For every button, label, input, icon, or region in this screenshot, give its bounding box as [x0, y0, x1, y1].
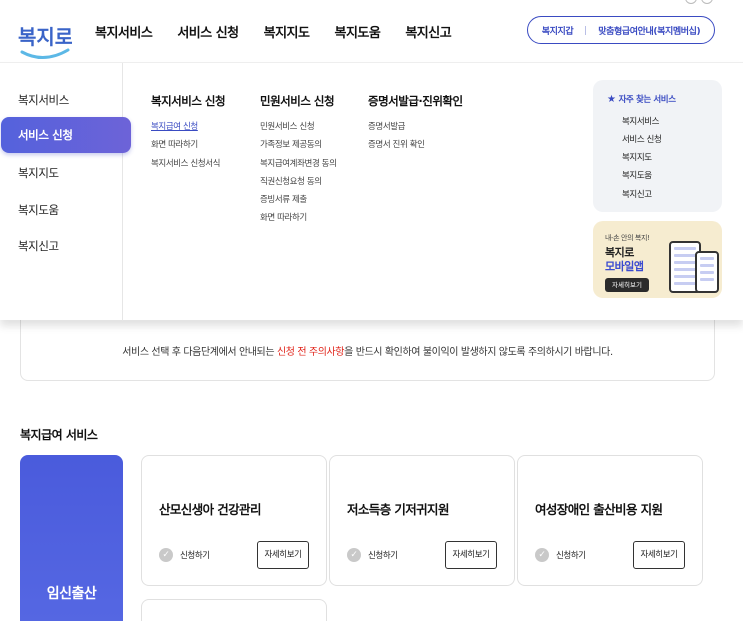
banner-more-button[interactable]: 자세히보기: [605, 278, 649, 292]
menu-column-welfare-apply: 복지서비스 신청 복지급여 신청 화면 따라하기 복지서비스 신청서식: [151, 93, 226, 175]
service-card[interactable]: 산모신생아 건강관리 ✓ 신청하기 자세히보기: [141, 455, 327, 586]
logo[interactable]: 복지로: [18, 14, 72, 60]
check-circle-icon: ✓: [535, 548, 549, 562]
column-heading: 복지서비스 신청: [151, 94, 226, 108]
category-label: 임신출산: [46, 586, 97, 602]
global-nav: 복지서비스 서비스 신청 복지지도 복지도움 복지신고: [95, 22, 476, 41]
wallet-membership-pill: 복지지갑 맞춤형급여안내(복지멤버십): [527, 16, 715, 44]
favorite-item[interactable]: 복지서비스: [622, 115, 660, 127]
menu-column-civil-apply: 민원서비스 신청 민원서비스 신청 가족정보 제공동의 복지급여계좌변경 동의 …: [260, 93, 337, 230]
menu-link[interactable]: 민원서비스 신청: [260, 120, 337, 138]
left-nav-welfare-report[interactable]: 복지신고: [18, 238, 59, 254]
apply-label: 신청하기: [368, 551, 398, 561]
gnb-item-welfare-service[interactable]: 복지서비스: [95, 22, 153, 41]
favorite-item[interactable]: 서비스 신청: [622, 133, 662, 145]
top-utility-icons: [685, 0, 713, 4]
favorite-services-panel: ★ 자주 찾는 서비스 복지서비스 서비스 신청 복지지도 복지도움 복지신고: [593, 80, 722, 212]
menu-link[interactable]: 증빙서류 제출: [260, 193, 337, 211]
apply-label: 신청하기: [556, 551, 586, 561]
check-circle-icon: ✓: [159, 548, 173, 562]
gnb-item-service-apply[interactable]: 서비스 신청: [177, 22, 239, 41]
apply-link[interactable]: ✓ 신청하기: [159, 548, 210, 562]
service-card-title: 저소득층 기저귀지원: [347, 502, 449, 517]
detail-button[interactable]: 자세히보기: [445, 541, 497, 569]
service-card-partial[interactable]: [141, 599, 327, 621]
menu-link[interactable]: 직권신청요청 동의: [260, 175, 337, 193]
menu-link[interactable]: 복지급여계좌변경 동의: [260, 157, 337, 175]
section-title: 복지급여 서비스: [20, 428, 98, 442]
service-card[interactable]: 여성장애인 출산비용 지원 ✓ 신청하기 자세히보기: [517, 455, 703, 586]
menu-link-welfare-benefit-apply[interactable]: 복지급여 신청: [151, 120, 225, 138]
favorites-title: ★ 자주 찾는 서비스: [607, 93, 676, 105]
detail-button[interactable]: 자세히보기: [257, 541, 309, 569]
notice-text-before: 서비스 선택 후 다음단계에서 안내되는: [122, 347, 277, 358]
banner-subtitle: 모바일앱: [605, 260, 644, 273]
apply-link[interactable]: ✓ 신청하기: [347, 548, 398, 562]
banner-tagline: 내-손 안의 복지!: [605, 234, 650, 242]
apply-link[interactable]: ✓ 신청하기: [535, 548, 586, 562]
service-card-title: 산모신생아 건강관리: [159, 502, 261, 517]
site-header: 복지로 복지서비스 서비스 신청 복지지도 복지도움 복지신고 복지지갑 맞춤형…: [0, 0, 743, 62]
menu-link[interactable]: 화면 따라하기: [151, 138, 225, 156]
check-circle-icon: ✓: [347, 548, 361, 562]
menu-column-certificate: 증명서발급·진위확인 증명서발급 증명서 진위 확인: [368, 93, 463, 157]
category-tab-pregnancy[interactable]: 임신출산: [20, 455, 123, 621]
notice-text: 서비스 선택 후 다음단계에서 안내되는 신청 전 주의사항을 반드시 확인하여…: [21, 343, 714, 358]
menu-link[interactable]: 복지서비스 신청서식: [151, 157, 225, 175]
phone-illustration: [695, 251, 719, 293]
mega-menu: 복지서비스 서비스 신청 복지지도 복지도움 복지신고 복지서비스 신청 복지급…: [0, 62, 743, 321]
left-nav-service-apply-active[interactable]: 서비스 신청: [1, 117, 131, 153]
menu-link[interactable]: 가족정보 제공동의: [260, 138, 337, 156]
favorite-item[interactable]: 복지지도: [622, 151, 652, 163]
left-nav-welfare-help[interactable]: 복지도움: [18, 202, 59, 218]
favorite-item[interactable]: 복지도움: [622, 169, 652, 181]
mega-left-nav: 복지서비스 서비스 신청 복지지도 복지도움 복지신고: [0, 63, 131, 321]
detail-button[interactable]: 자세히보기: [633, 541, 685, 569]
gnb-item-welfare-help[interactable]: 복지도움: [334, 22, 380, 41]
pill-divider: [585, 25, 587, 35]
mobile-app-banner[interactable]: 내-손 안의 복지! 복지로 모바일앱 자세히보기: [593, 221, 722, 298]
left-nav-welfare-map[interactable]: 복지지도: [18, 165, 59, 181]
menu-link[interactable]: 화면 따라하기: [260, 211, 337, 229]
menu-link[interactable]: 증명서 진위 확인: [368, 138, 463, 156]
service-card-title: 여성장애인 출산비용 지원: [535, 502, 663, 517]
notice-highlight: 신청 전 주의사항: [276, 347, 345, 358]
svg-text:복지로: 복지로: [18, 25, 72, 49]
favorites-title-text: 자주 찾는 서비스: [618, 95, 676, 105]
column-heading: 증명서발급·진위확인: [368, 94, 463, 108]
star-icon: ★: [607, 94, 616, 105]
apply-label: 신청하기: [180, 551, 210, 561]
menu-link[interactable]: 증명서발급: [368, 120, 463, 138]
column-heading: 민원서비스 신청: [260, 94, 335, 108]
membership-link[interactable]: 맞춤형급여안내(복지멤버십): [598, 24, 700, 37]
page: 복지로 복지서비스 서비스 신청 복지지도 복지도움 복지신고 복지지갑 맞춤형…: [0, 0, 743, 621]
left-nav-welfare-service[interactable]: 복지서비스: [18, 92, 69, 108]
gnb-item-welfare-report[interactable]: 복지신고: [405, 22, 451, 41]
service-card[interactable]: 저소득층 기저귀지원 ✓ 신청하기 자세히보기: [329, 455, 515, 586]
wallet-link[interactable]: 복지지갑: [542, 24, 574, 37]
notice-text-after: 을 반드시 확인하여 불이익이 발생하지 않도록 주의하시기 바랍니다.: [344, 347, 613, 358]
favorite-item[interactable]: 복지신고: [622, 188, 652, 200]
gnb-item-welfare-map[interactable]: 복지지도: [264, 22, 310, 41]
